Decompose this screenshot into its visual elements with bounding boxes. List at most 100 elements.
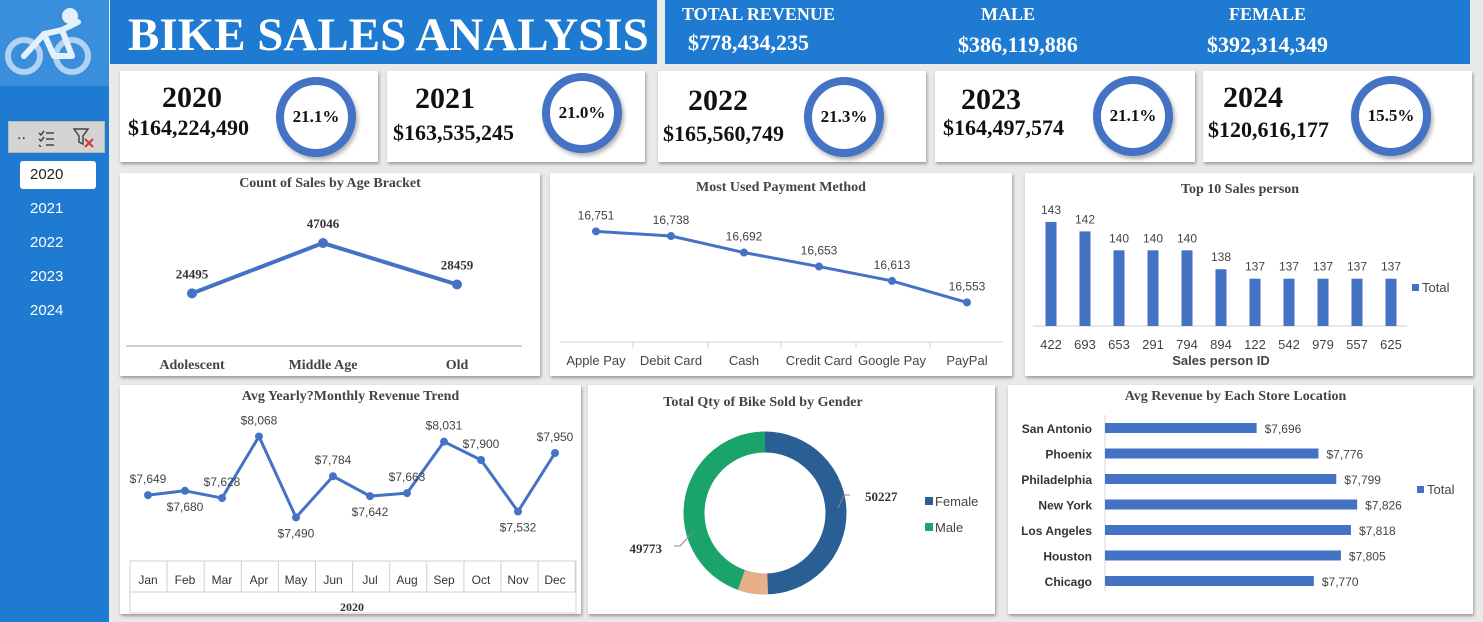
slicer-item-2021[interactable]: 2021	[20, 195, 96, 223]
data-label: 16,553	[949, 279, 986, 293]
data-label: $7,628	[204, 475, 241, 489]
store-chart-card: Avg Revenue by Each Store Location San A…	[1008, 385, 1473, 614]
x-tick-label: Mar	[212, 573, 233, 587]
female-label: FEMALE	[1229, 4, 1307, 24]
total-revenue-label: TOTAL REVENUE	[682, 4, 835, 24]
bar	[1317, 278, 1329, 326]
total-revenue-value: $778,434,235	[688, 30, 809, 55]
data-point	[144, 491, 152, 500]
x-tick-label: Google Pay	[858, 353, 926, 368]
legend-swatch	[925, 523, 933, 531]
year-card-2024: 2024 $120,616,177 15.5%	[1203, 71, 1472, 162]
data-label: 137	[1313, 260, 1333, 274]
bar	[1079, 231, 1091, 326]
data-point	[963, 298, 971, 307]
store-location-chart: San Antonio $7,696 Phoenix $7,776 Philadelph…	[1021, 415, 1455, 591]
data-point	[366, 492, 374, 501]
data-point	[592, 227, 600, 236]
salesperson-chart-card: Top 10 Sales person 143 422 142 693 140 653 14…	[1025, 173, 1473, 376]
slicer-item-2023[interactable]: 2023	[20, 263, 96, 291]
year-share-pct: 21.1%	[1109, 106, 1157, 125]
legend-swatch	[1412, 284, 1419, 291]
dashboard-title: BIKE SALES ANALYSIS	[128, 9, 649, 61]
x-tick-label: Adolescent	[159, 358, 225, 373]
x-tick-label: Apple Pay	[566, 353, 626, 368]
x-tick-label: 422	[1040, 337, 1062, 352]
year-card-2022: 2022 $165,560,749 21.3%	[658, 71, 926, 162]
y-tick-label: Chicago	[1045, 575, 1092, 589]
data-label: $7,900	[463, 437, 500, 451]
data-label: 50227	[865, 489, 898, 504]
bar	[1105, 576, 1314, 586]
x-axis-title: Sales person ID	[1172, 353, 1270, 368]
slicer-item-2020[interactable]: 2020	[20, 161, 96, 189]
year-label: 2023	[961, 83, 1021, 116]
bar	[1045, 221, 1057, 326]
data-label: $8,031	[426, 419, 463, 433]
y-tick-label: Los Angeles	[1021, 524, 1092, 538]
year-share-pct: 21.1%	[292, 107, 340, 126]
x-tick-label: Middle Age	[289, 358, 358, 373]
multi-select-icon[interactable]	[37, 129, 55, 147]
data-point	[329, 472, 337, 481]
data-label: 137	[1347, 260, 1367, 274]
age-chart-card: Count of Sales by Age Bracket 24495 Adole…	[120, 173, 540, 376]
slicer-item-2024[interactable]: 2024	[20, 297, 96, 325]
bar	[1181, 250, 1193, 326]
slicer-item-2022[interactable]: 2022	[20, 229, 96, 257]
slicer-ellipsis[interactable]: ..	[17, 126, 26, 144]
data-label: 49773	[630, 541, 663, 556]
male-label: MALE	[981, 4, 1035, 24]
clear-filter-icon[interactable]	[73, 128, 95, 148]
data-label: $7,805	[1349, 550, 1386, 564]
year-share-pct: 21.0%	[558, 103, 606, 122]
y-tick-label: San Antonio	[1022, 422, 1092, 436]
year-revenue: $163,535,245	[393, 120, 514, 145]
data-label: $7,950	[537, 430, 574, 444]
data-label: 16,613	[874, 258, 911, 272]
x-tick-label: Credit Card	[786, 353, 852, 368]
year-revenue: $120,616,177	[1208, 117, 1329, 142]
data-label: $7,663	[389, 470, 426, 484]
data-label: 28459	[441, 258, 474, 273]
y-tick-label: Houston	[1043, 550, 1092, 564]
year-share-pct: 15.5%	[1367, 106, 1415, 125]
x-tick-label: Jun	[323, 573, 342, 587]
cyclist-icon	[5, 8, 91, 75]
data-label: $7,532	[500, 521, 537, 535]
year-card-2023: 2023 $164,497,574 21.1%	[935, 71, 1195, 162]
data-label: $7,776	[1326, 448, 1363, 462]
data-point	[667, 232, 675, 241]
x-tick-label: Dec	[544, 573, 565, 587]
data-label: 138	[1211, 250, 1231, 264]
x-tick-label: 979	[1312, 337, 1334, 352]
year-revenue: $165,560,749	[663, 121, 784, 146]
year-card-2021: 2021 $163,535,245 21.0%	[387, 71, 645, 162]
data-label: 16,751	[578, 208, 615, 222]
bar	[1113, 250, 1125, 326]
data-label: 140	[1177, 231, 1197, 245]
y-tick-label: Philadelphia	[1021, 473, 1092, 487]
bar	[1215, 269, 1227, 326]
x-tick-label: 557	[1346, 337, 1368, 352]
bar	[1105, 550, 1341, 561]
data-label: $7,770	[1322, 575, 1359, 589]
x-tick-label: 894	[1210, 337, 1232, 352]
data-point	[218, 494, 226, 503]
year-share-ring: 21.0%	[542, 73, 622, 153]
payment-chart-card: Most Used Payment Method 16,751 Apple Pay…	[550, 173, 1012, 376]
year-share-ring: 21.3%	[804, 77, 884, 157]
x-tick-label: Aug	[396, 573, 417, 587]
data-label: $7,649	[130, 472, 167, 486]
data-label: 137	[1279, 260, 1299, 274]
monthly-revenue-chart: $7,649 Jan $7,680 Feb $7,628 Mar $8,068 Apr $7,4…	[129, 413, 577, 614]
data-point	[181, 486, 189, 495]
year-revenue: $164,497,574	[943, 115, 1064, 140]
salesperson-chart: 143 422 142 693 140 653 140 291 140 794 138 894 137 1…	[1033, 203, 1450, 368]
legend-label: Female	[935, 494, 978, 509]
x-tick-label: May	[285, 573, 308, 587]
year-card-2020: 2020 $164,224,490 21.1%	[120, 71, 378, 162]
legend-label: Total	[1427, 482, 1455, 497]
x-tick-label: 653	[1108, 337, 1130, 352]
data-label: 16,692	[726, 230, 763, 244]
